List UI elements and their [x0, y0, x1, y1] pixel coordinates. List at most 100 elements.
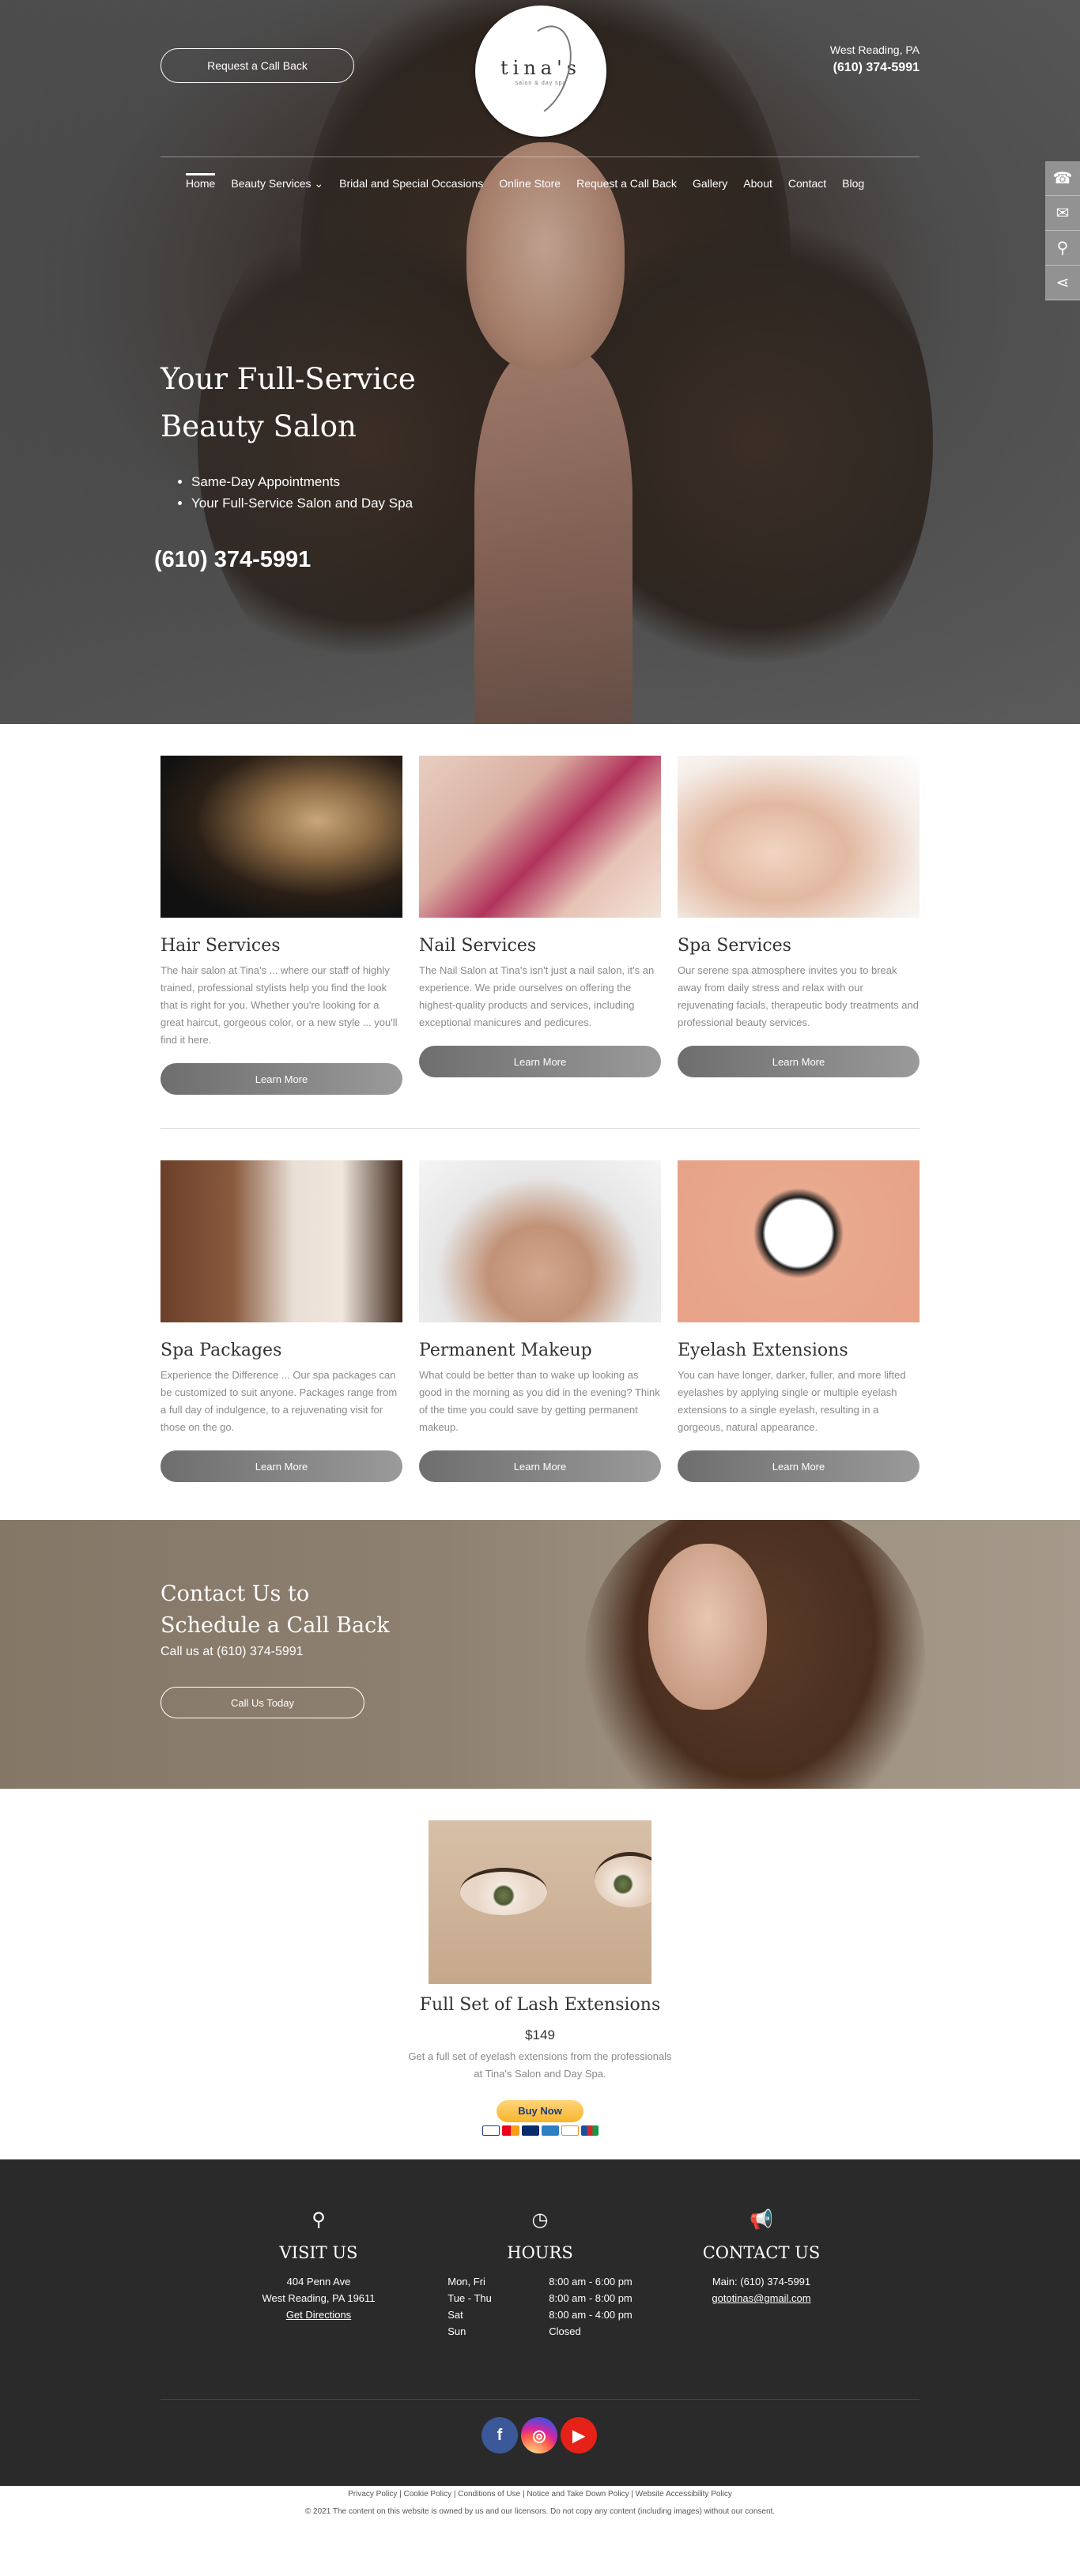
hours-time: Closed	[549, 2325, 581, 2337]
hours-row: Tue - Thu 8:00 am - 8:00 pm	[447, 2290, 633, 2306]
jcb-icon	[580, 2125, 599, 2136]
service-title[interactable]: Hair Services	[160, 936, 402, 956]
nail-services-image[interactable]	[419, 756, 661, 918]
payment-cards	[0, 2125, 1080, 2136]
service-text: Experience the Difference ... Our spa pa…	[160, 1369, 398, 1433]
mail-icon[interactable]: ✉	[1045, 196, 1080, 231]
phone-icon[interactable]: ☎	[1045, 161, 1080, 196]
nav-beauty-services-label: Beauty Services	[231, 177, 312, 190]
clock-icon: ◷	[531, 2209, 549, 2231]
hair-services-image[interactable]	[160, 756, 402, 918]
share-icon[interactable]: ⋖	[1045, 266, 1080, 300]
learn-more-button[interactable]: Learn More	[419, 1046, 661, 1077]
youtube-icon[interactable]: ▶	[561, 2417, 597, 2453]
instagram-icon[interactable]: ◎	[521, 2417, 557, 2453]
visa-icon	[481, 2125, 500, 2136]
product-desc-line2: at Tina's Salon and Day Spa.	[474, 2068, 606, 2080]
contact-us-title: CONTACT US	[702, 2243, 821, 2262]
footer: ⚲ VISIT US 404 Penn Ave West Reading, PA…	[0, 2159, 1080, 2576]
request-callback-button[interactable]: Request a Call Back	[160, 48, 354, 83]
learn-more-button[interactable]: Learn More	[160, 1063, 402, 1095]
product-description: Get a full set of eyelash extensions fro…	[0, 2048, 1080, 2083]
nav-request-callback[interactable]: Request a Call Back	[576, 177, 677, 195]
contact-band-title-line2: Schedule a Call Back	[160, 1613, 390, 1638]
service-text: The hair salon at Tina's ... where our s…	[160, 964, 398, 1046]
service-title[interactable]: Nail Services	[419, 936, 661, 956]
maestro-icon	[521, 2125, 539, 2136]
spa-packages-image[interactable]	[160, 1160, 402, 1322]
service-card: Eyelash Extensions You can have longer, …	[678, 1160, 920, 1482]
hours-day: Tue - Thu	[447, 2292, 492, 2304]
footer-phone[interactable]: Main: (610) 374-5991	[659, 2273, 864, 2290]
service-title[interactable]: Permanent Makeup	[419, 1341, 661, 1360]
hours-row: Sat 8:00 am - 4:00 pm	[447, 2306, 633, 2323]
service-card: Hair Services The hair salon at Tina's .…	[160, 756, 402, 1095]
hours-row: Sun Closed	[447, 2323, 633, 2340]
eyelash-extensions-image[interactable]	[678, 1160, 920, 1322]
nav-online-store[interactable]: Online Store	[499, 177, 561, 195]
learn-more-button[interactable]: Learn More	[678, 1046, 920, 1077]
hero-section: Request a Call Back tina's salon & day s…	[0, 0, 1080, 724]
nav-gallery[interactable]: Gallery	[693, 177, 727, 195]
call-us-button[interactable]: Call Us Today	[160, 1687, 364, 1718]
services-row: Hair Services The hair salon at Tina's .…	[160, 756, 920, 1095]
nav-about[interactable]: About	[743, 177, 772, 195]
hours-day: Sun	[447, 2325, 466, 2337]
salon-logo[interactable]: tina's salon & day spa	[475, 6, 606, 137]
permanent-makeup-image[interactable]	[419, 1160, 661, 1322]
get-directions-link[interactable]: Get Directions	[216, 2306, 421, 2323]
mastercard-icon	[501, 2125, 519, 2136]
services-section: Hair Services The hair salon at Tina's .…	[160, 724, 920, 1482]
learn-more-button[interactable]: Learn More	[678, 1450, 920, 1482]
service-card: Permanent Makeup What could be better th…	[419, 1160, 661, 1482]
buy-now-button[interactable]: Buy Now	[497, 2100, 583, 2122]
policy-links[interactable]: Privacy Policy | Cookie Policy | Conditi…	[0, 2486, 1080, 2503]
service-title[interactable]: Eyelash Extensions	[678, 1341, 920, 1360]
hours-day: Sat	[447, 2309, 463, 2321]
service-text: You can have longer, darker, fuller, and…	[678, 1369, 906, 1433]
footer-divider	[160, 2399, 920, 2400]
contact-band: Contact Us to Schedule a Call Back Call …	[0, 1520, 1080, 1789]
legal-bar: Privacy Policy | Cookie Policy | Conditi…	[0, 2486, 1080, 2576]
hours-table: Mon, Fri 8:00 am - 6:00 pm Tue - Thu 8:00 …	[447, 2273, 633, 2340]
header-location: West Reading, PA	[829, 43, 920, 56]
contact-band-title-line1: Contact Us to	[160, 1582, 310, 1606]
learn-more-button[interactable]: Learn More	[160, 1450, 402, 1482]
hero-title-line2: Beauty Salon	[160, 409, 357, 443]
floating-contact-bar: ☎ ✉ ⚲ ⋖	[1045, 161, 1080, 300]
chevron-down-icon: ⌄	[314, 177, 324, 190]
hero-bullet: Same-Day Appointments	[191, 471, 413, 492]
product-title: Full Set of Lash Extensions	[419, 1995, 661, 2015]
social-links: f ◎ ▶	[481, 2417, 597, 2453]
service-text: Our serene spa atmosphere invites you to…	[678, 964, 919, 1028]
service-card: Spa Packages Experience the Difference .…	[160, 1160, 402, 1482]
hours-row: Mon, Fri 8:00 am - 6:00 pm	[447, 2273, 633, 2290]
hours-column: ◷ HOURS Mon, Fri 8:00 am - 6:00 pm Tue - …	[437, 2208, 643, 2340]
hours-title: HOURS	[507, 2243, 573, 2262]
facebook-icon[interactable]: f	[481, 2417, 518, 2453]
footer-email-link[interactable]: gototinas@gmail.com	[659, 2290, 864, 2306]
copyright-text: © 2021 The content on this website is ow…	[304, 2507, 776, 2516]
lash-extensions-image	[429, 1820, 651, 1984]
address-line2: West Reading, PA 19611	[262, 2292, 376, 2304]
contact-band-face	[648, 1544, 767, 1710]
eye-left	[460, 1868, 547, 1915]
learn-more-button[interactable]: Learn More	[419, 1450, 661, 1482]
nav-blog[interactable]: Blog	[842, 177, 864, 195]
header-phone[interactable]: (610) 374-5991	[830, 61, 920, 75]
service-title[interactable]: Spa Packages	[160, 1341, 402, 1360]
hero-phone[interactable]: (610) 374-5991	[154, 547, 311, 573]
services-row: Spa Packages Experience the Difference .…	[160, 1160, 920, 1482]
nav-contact[interactable]: Contact	[788, 177, 826, 195]
hours-time: 8:00 am - 6:00 pm	[549, 2276, 633, 2287]
nav-beauty-services[interactable]: Beauty Services ⌄	[231, 177, 323, 195]
section-divider	[160, 1128, 920, 1129]
visit-us-column: ⚲ VISIT US 404 Penn Ave West Reading, PA…	[216, 2208, 421, 2340]
service-text: The Nail Salon at Tina's isn't just a na…	[419, 964, 655, 1028]
location-pin-icon[interactable]: ⚲	[1045, 231, 1080, 266]
service-title[interactable]: Spa Services	[678, 936, 920, 956]
spa-services-image[interactable]	[678, 756, 920, 918]
nav-bridal[interactable]: Bridal and Special Occasions	[339, 177, 483, 195]
hours-time: 8:00 am - 4:00 pm	[549, 2309, 633, 2321]
nav-home[interactable]: Home	[186, 173, 216, 195]
